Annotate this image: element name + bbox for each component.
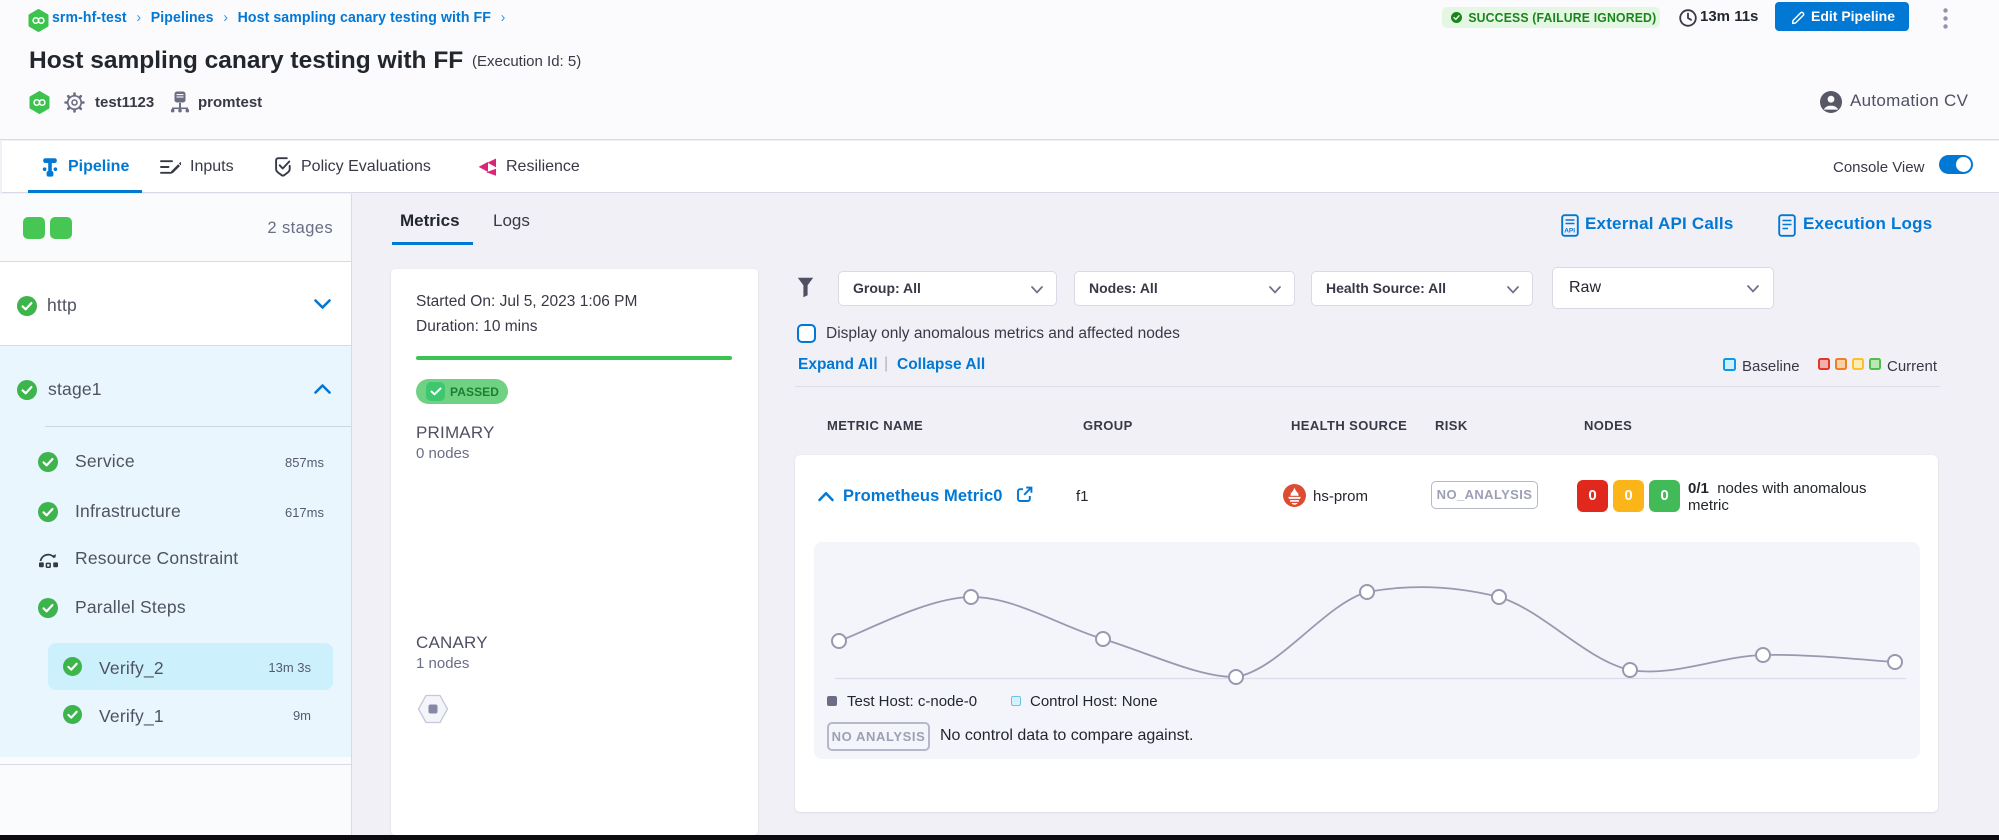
svg-text:API: API: [1564, 228, 1575, 235]
